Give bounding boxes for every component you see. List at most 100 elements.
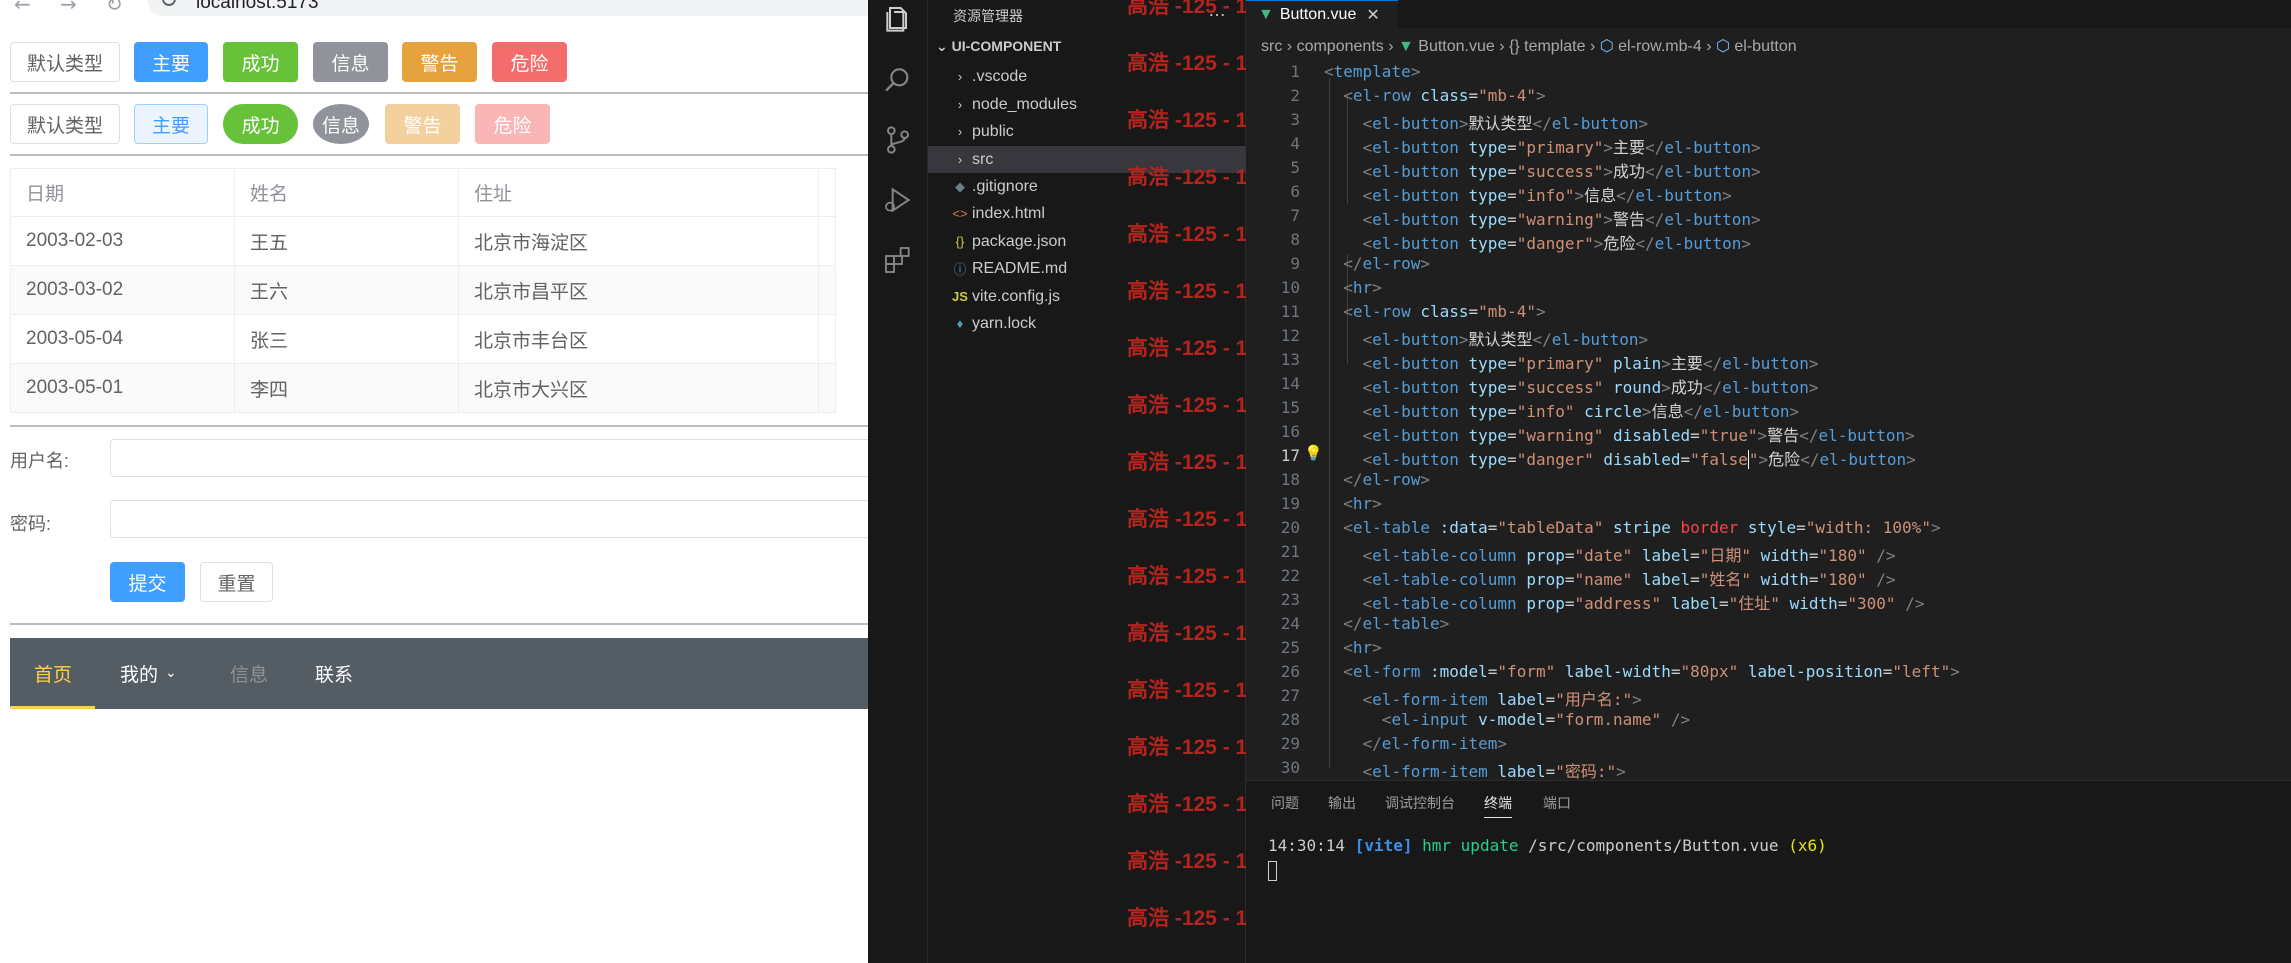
line-number: 7 [1290, 206, 1300, 225]
tab-button-vue[interactable]: ▼ Button.vue ✕ [1246, 0, 1398, 28]
browser-toolbar: ← → ↻ localhost:5173 [0, 0, 868, 20]
line-number: 29 [1280, 734, 1300, 753]
source-control-icon[interactable] [882, 124, 914, 156]
chevron-right-icon: › [1706, 38, 1716, 55]
code-line: <el-input v-model="form.name" /> [1381, 710, 1691, 729]
explorer-panel: 资源管理器 … ⌄ UI-COMPONENT › .vscode › node_mo… [928, 0, 1282, 963]
plain-primary-button[interactable]: 主要 [134, 104, 208, 144]
tree-item-label: public [972, 122, 1014, 140]
extensions-icon[interactable] [882, 244, 914, 276]
divider [10, 154, 868, 156]
line-number: 20 [1280, 518, 1300, 537]
password-input[interactable] [110, 500, 868, 538]
line-number: 23 [1280, 590, 1300, 609]
menu-item-home[interactable]: 首页 [34, 660, 72, 687]
table-row: 2003-05-01 李四 北京市大兴区 [10, 363, 836, 413]
code-line: </el-row> [1343, 470, 1430, 489]
primary-button[interactable]: 主要 [134, 42, 208, 82]
divider [10, 92, 868, 94]
reset-button[interactable]: 重置 [200, 562, 273, 602]
table-cell [818, 363, 836, 413]
line-number: 25 [1280, 638, 1300, 657]
run-debug-icon[interactable] [882, 184, 914, 216]
address-bar[interactable]: localhost:5173 [148, 0, 868, 16]
table-header-spacer [818, 168, 836, 217]
breadcrumb-item[interactable]: {} template [1509, 38, 1586, 55]
tab-ports[interactable]: 端口 [1543, 793, 1571, 813]
default-button[interactable]: 默认类型 [10, 42, 120, 82]
line-number: 24 [1280, 614, 1300, 633]
code-line: <el-table-column prop="name" label="姓名" … [1362, 570, 1896, 589]
tab-problems[interactable]: 问题 [1271, 793, 1299, 813]
line-number: 22 [1280, 566, 1300, 585]
tree-item-label: .gitignore [972, 177, 1038, 195]
code-line: <el-button type="primary">主要</el-button> [1362, 138, 1761, 157]
explorer-icon[interactable] [882, 4, 914, 36]
line-number: 28 [1280, 710, 1300, 729]
disabled-danger-button: 危险 [475, 104, 550, 144]
vscode-window: 资源管理器 … ⌄ UI-COMPONENT › .vscode › node_mo… [868, 0, 2291, 963]
code-line: <el-table-column prop="address" label="住… [1362, 594, 1925, 613]
danger-button[interactable]: 危险 [492, 42, 567, 82]
terminal-output[interactable]: 14:30:14 [vite] hmr update /src/componen… [1268, 836, 1827, 855]
terminal-count: (x6) [1788, 836, 1827, 855]
close-icon[interactable]: ✕ [1366, 5, 1379, 25]
line-number: 26 [1280, 662, 1300, 681]
breadcrumb-item[interactable]: el-button [1734, 38, 1796, 55]
line-number: 3 [1290, 110, 1300, 129]
code-area[interactable]: 1 2 3 4 5 6 7 8 9 10 11 12 13 14 15 16 1… [1246, 60, 2291, 781]
code-line: <el-button type="success">成功</el-button> [1362, 162, 1761, 181]
code-line: <template> [1324, 62, 1421, 81]
code-editor: ▼ Button.vue ✕ src › components › ▼ Butt… [1246, 0, 2291, 963]
table-header: 日期 [10, 168, 235, 217]
chevron-down-icon[interactable]: ⌄ [165, 664, 177, 681]
nav-menu: 首页 我的 ⌄ 信息 联系 [10, 638, 868, 709]
table-cell [818, 314, 836, 364]
breadcrumb-item[interactable]: Button.vue [1418, 38, 1495, 55]
code-line: <el-row class="mb-4"> [1343, 86, 1546, 105]
yarn-icon: ♦ [956, 316, 964, 331]
forward-icon[interactable]: → [60, 0, 77, 16]
vue-file-icon: ▼ [1397, 38, 1414, 55]
reload-icon[interactable]: ↻ [106, 0, 123, 16]
success-button[interactable]: 成功 [223, 42, 298, 82]
tab-terminal[interactable]: 终端 [1484, 793, 1512, 818]
line-number: 9 [1290, 254, 1300, 273]
menu-item-mine[interactable]: 我的 [120, 660, 158, 687]
code-line: <el-button type="primary" plain>主要</el-b… [1362, 354, 1819, 373]
json-icon: {} [955, 234, 965, 249]
breadcrumb-item[interactable]: src [1261, 38, 1282, 55]
tab-debug-console[interactable]: 调试控制台 [1385, 793, 1455, 813]
tree-item-label: .vscode [972, 67, 1028, 85]
search-icon[interactable] [882, 64, 914, 96]
table-cell: 2003-05-04 [10, 314, 235, 364]
line-number: 13 [1280, 350, 1300, 369]
back-icon[interactable]: ← [14, 0, 31, 16]
breadcrumb-item[interactable]: components [1297, 38, 1384, 55]
warning-button[interactable]: 警告 [402, 42, 477, 82]
html-icon: <> [952, 206, 968, 221]
tab-output[interactable]: 输出 [1328, 793, 1356, 813]
tree-item-label: README.md [972, 259, 1068, 277]
code-line: </el-row> [1343, 254, 1430, 273]
code-line: <el-button type="warning" disabled="true… [1362, 426, 1915, 445]
code-line: <hr> [1343, 494, 1382, 513]
default-button-2[interactable]: 默认类型 [10, 104, 120, 144]
round-success-button[interactable]: 成功 [223, 104, 298, 144]
submit-button[interactable]: 提交 [110, 562, 185, 602]
site-info-icon[interactable] [162, 0, 176, 6]
password-label: 密码: [10, 514, 52, 534]
breadcrumb-item[interactable]: el-row.mb-4 [1618, 38, 1702, 55]
activity-bar [868, 0, 928, 963]
lightbulb-icon[interactable]: 💡 [1304, 444, 1323, 462]
chevron-right-icon: › [1286, 38, 1297, 55]
username-input[interactable] [110, 439, 868, 477]
project-folder[interactable]: ⌄ UI-COMPONENT [936, 38, 1061, 55]
circle-info-button[interactable]: 信息 [313, 104, 369, 144]
project-name: UI-COMPONENT [951, 38, 1062, 54]
menu-item-contact[interactable]: 联系 [315, 660, 353, 687]
js-icon: JS [952, 289, 968, 304]
info-button[interactable]: 信息 [313, 42, 388, 82]
chevron-right-icon: › [957, 97, 963, 112]
chevron-right-icon: › [957, 124, 963, 139]
